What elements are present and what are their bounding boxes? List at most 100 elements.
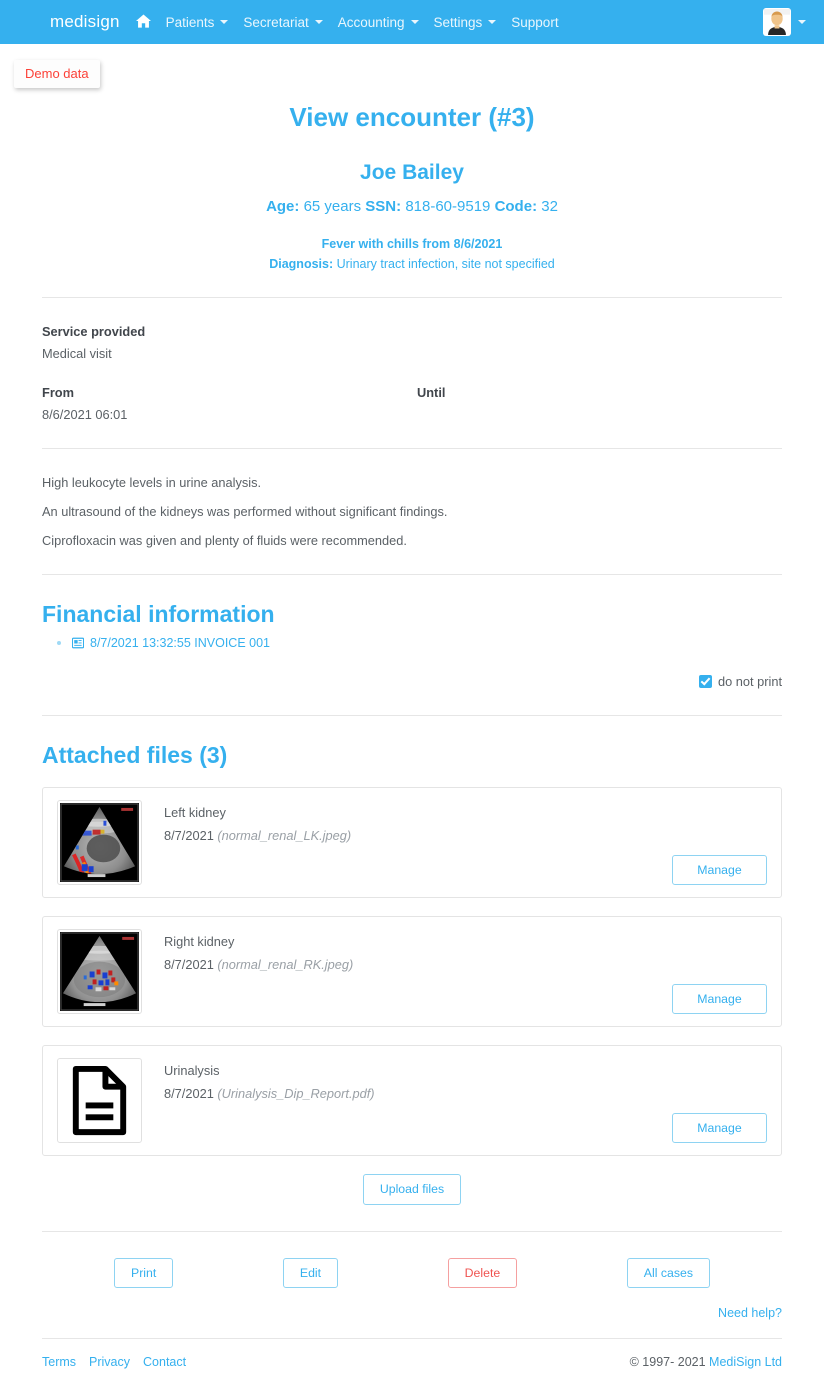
manage-button[interactable]: Manage (672, 1112, 767, 1144)
nav-item-settings[interactable]: Settings (434, 15, 497, 30)
need-help-link[interactable]: Need help? (718, 1306, 782, 1320)
file-name: (normal_renal_RK.jpeg) (217, 957, 354, 973)
until-column: Until (417, 385, 782, 422)
service-provided-value: Medical visit (42, 346, 112, 362)
nav-items: Patients Secretariat Accounting Settings… (135, 14, 559, 31)
divider (42, 297, 782, 299)
main-container: View encounter (#3) Joe Bailey Age: 65 y… (42, 44, 782, 1391)
ultrasound-right-kidney-thumbnail[interactable] (57, 929, 142, 1015)
action-buttons-row: Print Edit Delete All cases (42, 1257, 782, 1289)
nav-label: Patients (165, 14, 215, 30)
do-not-print-checkbox[interactable] (698, 675, 712, 689)
avatar (763, 8, 791, 36)
code-label: Code: (494, 198, 538, 216)
file-meta: 8/7/2021 (Urinalysis_Dip_Report.pdf) (164, 1086, 375, 1101)
edit-button[interactable]: Edit (282, 1257, 339, 1289)
user-menu[interactable] (763, 8, 806, 36)
nav-item-patients[interactable]: Patients (166, 15, 229, 30)
brand-logo[interactable]: medisign (50, 12, 120, 32)
file-info: Urinalysis 8/7/2021 (Urinalysis_Dip_Repo… (164, 1058, 375, 1101)
file-date: 8/7/2021 (164, 828, 214, 844)
upload-files-button[interactable]: Upload files (362, 1174, 462, 1205)
file-name: (Urinalysis_Dip_Report.pdf) (217, 1086, 375, 1102)
until-label: Until (417, 385, 446, 401)
all-cases-button[interactable]: All cases (626, 1257, 710, 1289)
chevron-down-icon (410, 20, 419, 24)
divider (42, 1230, 782, 1232)
chevron-down-icon (314, 20, 323, 24)
file-info: Right kidney 8/7/2021 (normal_renal_RK.j… (164, 929, 353, 972)
patient-name: Joe Bailey (360, 161, 464, 185)
file-meta: 8/7/2021 (normal_renal_RK.jpeg) (164, 957, 353, 972)
file-title: Right kidney (164, 934, 235, 950)
nav-item-secretariat[interactable]: Secretariat (243, 14, 323, 30)
file-date: 8/7/2021 (164, 1086, 214, 1102)
nav-label: Secretariat (243, 14, 309, 30)
footer-copyright: © 1997- 2021 MediSign Ltd (630, 1355, 782, 1369)
nav-item-accounting[interactable]: Accounting (338, 15, 419, 30)
from-label: From (42, 385, 74, 401)
code-value: 32 (541, 198, 558, 216)
divider (42, 715, 782, 717)
chevron-down-icon (798, 20, 806, 24)
ssn-value: 818-60-9519 (405, 198, 491, 216)
diagnosis-label: Diagnosis: (269, 257, 334, 272)
help-row: Need help? (42, 1306, 782, 1320)
encounter-notes: High leukocyte levels in urine analysis.… (42, 475, 782, 548)
page-footer: Terms Privacy Contact © 1997- 2021 MediS… (42, 1338, 782, 1391)
delete-button[interactable]: Delete (447, 1257, 518, 1289)
encounter-reason: Fever with chills from 8/6/2021 (321, 237, 503, 252)
patient-meta: Age: 65 years SSN: 818-60-9519 Code: 32 (42, 198, 782, 215)
note-line: An ultrasound of the kidneys was perform… (42, 504, 448, 520)
upload-row: Upload files (42, 1174, 782, 1205)
page-title: View encounter (#3) (289, 102, 535, 132)
file-name: (normal_renal_LK.jpeg) (217, 828, 352, 844)
invoice-link[interactable]: 8/7/2021 13:32:55 INVOICE 001 (71, 635, 270, 650)
nav-home[interactable] (135, 14, 151, 31)
chevron-down-icon (488, 20, 497, 24)
financial-information-title: Financial information (42, 601, 275, 628)
invoice-label: 8/7/2021 13:32:55 INVOICE 001 (90, 635, 270, 650)
nav-item-support[interactable]: Support (511, 15, 558, 30)
footer-link-privacy[interactable]: Privacy (89, 1355, 130, 1369)
service-provided-label: Service provided (42, 324, 146, 340)
ssn-label: SSN: (365, 198, 402, 216)
divider (42, 448, 782, 450)
print-button[interactable]: Print (114, 1257, 174, 1289)
note-line: Ciprofloxacin was given and plenty of fl… (42, 533, 407, 549)
invoice-icon (71, 637, 85, 649)
manage-button[interactable]: Manage (672, 983, 767, 1015)
file-date: 8/7/2021 (164, 957, 214, 973)
footer-link-contact[interactable]: Contact (143, 1355, 186, 1369)
financial-entries-list: 8/7/2021 13:32:55 INVOICE 001 (42, 634, 782, 652)
copyright-text: © 1997- 2021 (629, 1355, 710, 1370)
ultrasound-left-kidney-thumbnail[interactable] (57, 800, 142, 886)
footer-link-terms[interactable]: Terms (42, 1355, 76, 1369)
pdf-document-icon[interactable] (57, 1058, 142, 1144)
encounter-diagnosis: Diagnosis: Urinary tract infection, site… (42, 257, 782, 271)
top-navbar: medisign Patients Secretariat Accounting… (0, 0, 824, 44)
nav-label: Accounting (337, 14, 405, 30)
from-value: 8/6/2021 06:01 (42, 407, 128, 423)
file-card[interactable]: Urinalysis 8/7/2021 (Urinalysis_Dip_Repo… (42, 1045, 782, 1157)
file-meta: 8/7/2021 (normal_renal_LK.jpeg) (164, 828, 351, 843)
demo-data-badge: Demo data (14, 60, 100, 88)
file-info: Left kidney 8/7/2021 (normal_renal_LK.jp… (164, 800, 351, 843)
from-column: From 8/6/2021 06:01 (42, 385, 417, 422)
file-title: Left kidney (164, 805, 226, 821)
attached-files-list: Left kidney 8/7/2021 (normal_renal_LK.jp… (42, 787, 782, 1157)
note-line: High leukocyte levels in urine analysis. (42, 475, 262, 491)
chevron-down-icon (220, 20, 229, 24)
do-not-print-row[interactable]: do not print (42, 674, 782, 689)
do-not-print-label: do not print (717, 674, 782, 690)
nav-label: Settings (433, 14, 483, 30)
footer-links: Terms Privacy Contact (42, 1355, 186, 1369)
file-card[interactable]: Left kidney 8/7/2021 (normal_renal_LK.jp… (42, 787, 782, 899)
nav-label: Support (511, 14, 559, 30)
manage-button[interactable]: Manage (672, 854, 767, 886)
list-item: 8/7/2021 13:32:55 INVOICE 001 (71, 634, 782, 652)
company-link[interactable]: MediSign Ltd (709, 1355, 782, 1369)
age-value: 65 years (303, 198, 362, 216)
file-card[interactable]: Right kidney 8/7/2021 (normal_renal_RK.j… (42, 916, 782, 1028)
date-range-row: From 8/6/2021 06:01 Until (42, 385, 782, 422)
